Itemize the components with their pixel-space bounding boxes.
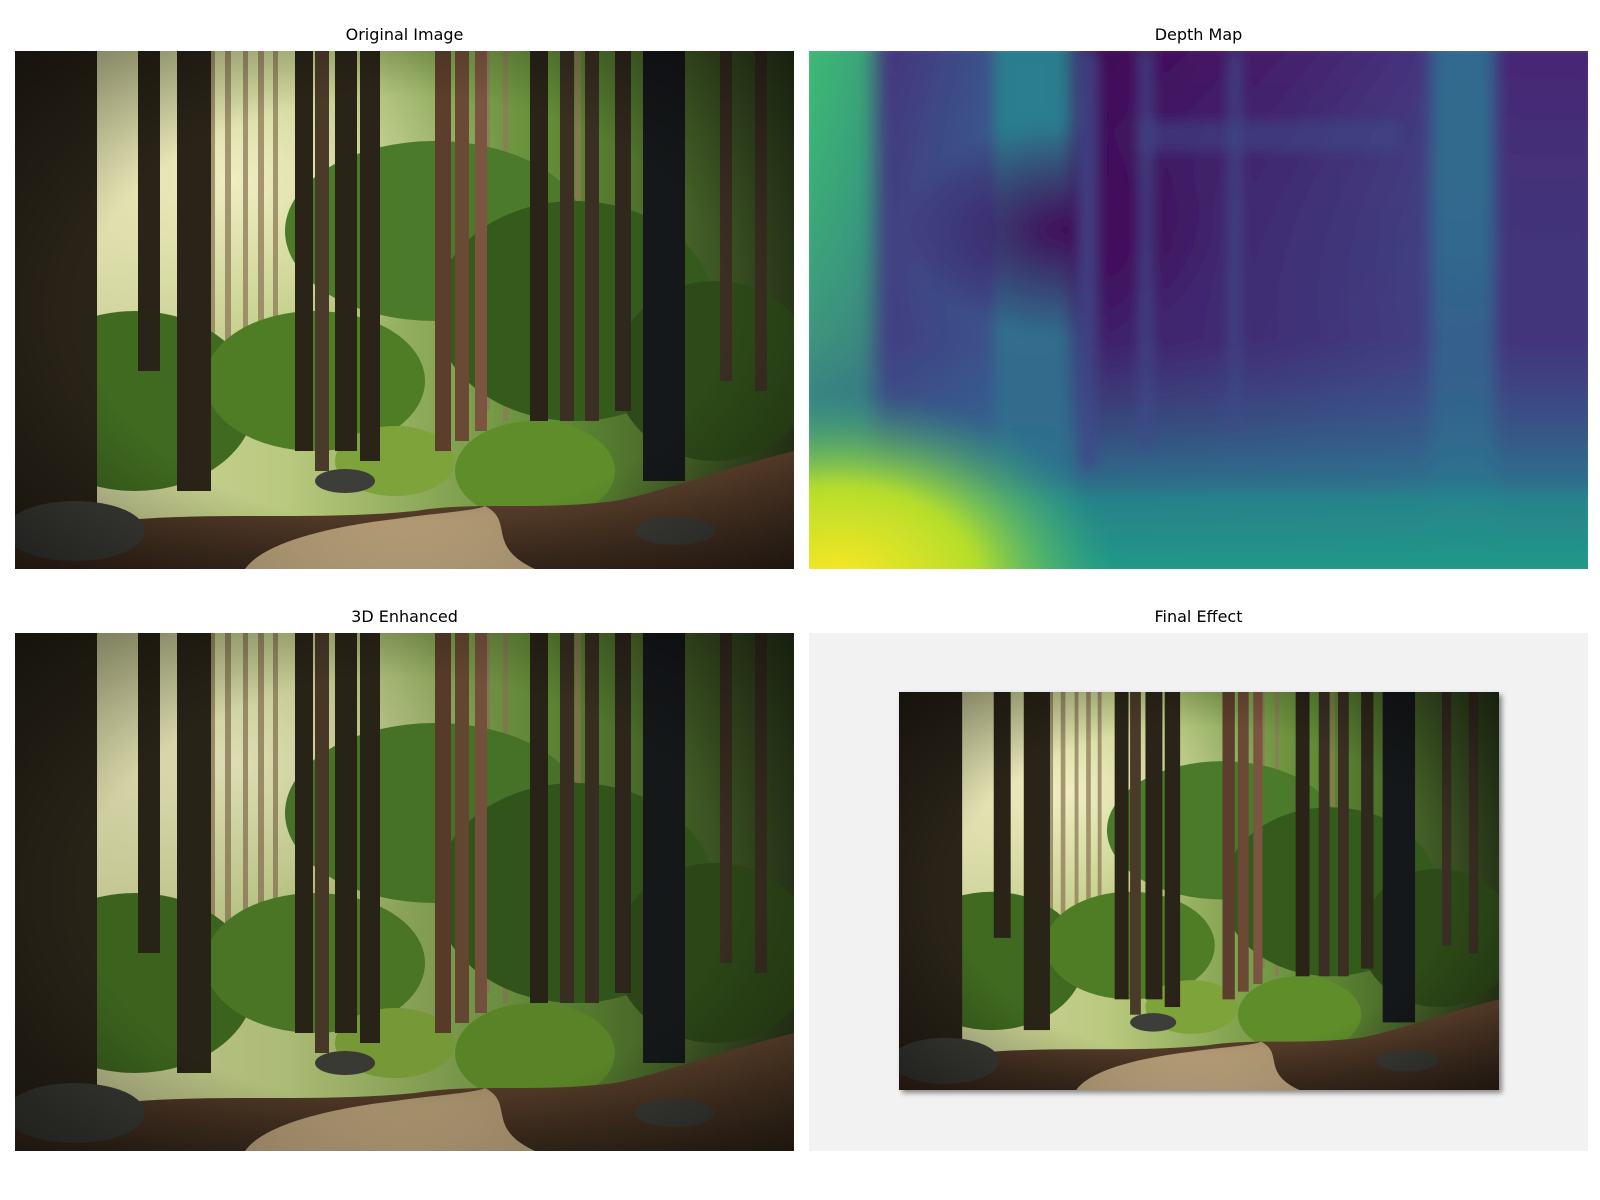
final-effect-image: [899, 692, 1499, 1090]
depth-map-title: Depth Map: [1154, 25, 1243, 44]
depth-map-image: [809, 51, 1588, 569]
enhanced-image: [15, 633, 794, 1151]
original-image: [15, 51, 794, 569]
original-image-title: Original Image: [345, 25, 464, 44]
final-effect-title: Final Effect: [1154, 607, 1243, 626]
depth-map-panel: Depth Map: [809, 25, 1588, 570]
enhanced-image-panel: 3D Enhanced: [15, 607, 794, 1152]
enhanced-image-title: 3D Enhanced: [351, 607, 458, 626]
final-effect-canvas: [809, 633, 1588, 1151]
final-effect-panel: Final Effect: [809, 607, 1588, 1152]
original-image-panel: Original Image: [15, 25, 794, 570]
